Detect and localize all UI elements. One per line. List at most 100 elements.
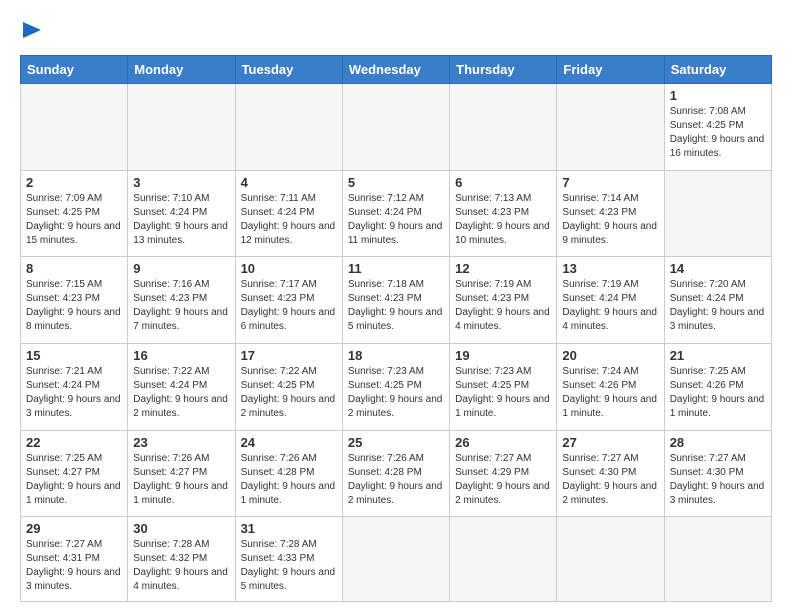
- calendar-cell: 5 Sunrise: 7:12 AM Sunset: 4:24 PM Dayli…: [342, 170, 449, 257]
- day-info: Sunrise: 7:11 AM Sunset: 4:24 PM Dayligh…: [241, 192, 337, 248]
- sunrise: Sunrise: 7:27 AM: [562, 453, 638, 464]
- sunrise: Sunrise: 7:13 AM: [455, 193, 531, 204]
- day-info: Sunrise: 7:26 AM Sunset: 4:27 PM Dayligh…: [133, 452, 229, 508]
- day-number: 22: [26, 435, 122, 450]
- day-info: Sunrise: 7:16 AM Sunset: 4:23 PM Dayligh…: [133, 278, 229, 334]
- calendar-cell: [342, 84, 449, 171]
- calendar-cell: [557, 517, 664, 602]
- logo-arrow-icon: [23, 20, 41, 40]
- day-number: 18: [348, 348, 444, 363]
- calendar-cell: [450, 517, 557, 602]
- calendar-cell: [557, 84, 664, 171]
- sunset: Sunset: 4:32 PM: [133, 553, 207, 564]
- daylight: Daylight: 9 hours and 15 minutes.: [26, 221, 121, 246]
- calendar-cell: 12 Sunrise: 7:19 AM Sunset: 4:23 PM Dayl…: [450, 257, 557, 344]
- page: SundayMondayTuesdayWednesdayThursdayFrid…: [0, 0, 792, 612]
- sunset: Sunset: 4:23 PM: [133, 293, 207, 304]
- daylight: Daylight: 9 hours and 2 minutes.: [133, 394, 228, 419]
- day-number: 24: [241, 435, 337, 450]
- daylight: Daylight: 9 hours and 7 minutes.: [133, 307, 228, 332]
- calendar-cell: [450, 84, 557, 171]
- daylight: Daylight: 9 hours and 1 minute.: [562, 394, 657, 419]
- sunset: Sunset: 4:26 PM: [670, 380, 744, 391]
- sunrise: Sunrise: 7:15 AM: [26, 279, 102, 290]
- sunrise: Sunrise: 7:24 AM: [562, 366, 638, 377]
- day-number: 6: [455, 175, 551, 190]
- day-number: 14: [670, 261, 766, 276]
- sunrise: Sunrise: 7:17 AM: [241, 279, 317, 290]
- daylight: Daylight: 9 hours and 1 minute.: [26, 481, 121, 506]
- day-number: 31: [241, 521, 337, 536]
- day-number: 28: [670, 435, 766, 450]
- day-info: Sunrise: 7:20 AM Sunset: 4:24 PM Dayligh…: [670, 278, 766, 334]
- sunrise: Sunrise: 7:20 AM: [670, 279, 746, 290]
- weekday-header-tuesday: Tuesday: [235, 56, 342, 84]
- daylight: Daylight: 9 hours and 9 minutes.: [562, 221, 657, 246]
- calendar-cell: 1 Sunrise: 7:08 AM Sunset: 4:25 PM Dayli…: [664, 84, 771, 171]
- day-info: Sunrise: 7:26 AM Sunset: 4:28 PM Dayligh…: [348, 452, 444, 508]
- calendar-cell: 11 Sunrise: 7:18 AM Sunset: 4:23 PM Dayl…: [342, 257, 449, 344]
- day-info: Sunrise: 7:27 AM Sunset: 4:30 PM Dayligh…: [670, 452, 766, 508]
- sunrise: Sunrise: 7:28 AM: [241, 539, 317, 550]
- day-info: Sunrise: 7:23 AM Sunset: 4:25 PM Dayligh…: [348, 365, 444, 421]
- sunset: Sunset: 4:23 PM: [26, 293, 100, 304]
- day-number: 12: [455, 261, 551, 276]
- sunrise: Sunrise: 7:26 AM: [348, 453, 424, 464]
- sunset: Sunset: 4:27 PM: [133, 467, 207, 478]
- day-info: Sunrise: 7:13 AM Sunset: 4:23 PM Dayligh…: [455, 192, 551, 248]
- sunset: Sunset: 4:23 PM: [562, 207, 636, 218]
- sunrise: Sunrise: 7:26 AM: [241, 453, 317, 464]
- daylight: Daylight: 9 hours and 1 minute.: [670, 394, 765, 419]
- daylight: Daylight: 9 hours and 1 minute.: [133, 481, 228, 506]
- sunset: Sunset: 4:27 PM: [26, 467, 100, 478]
- sunrise: Sunrise: 7:10 AM: [133, 193, 209, 204]
- day-info: Sunrise: 7:21 AM Sunset: 4:24 PM Dayligh…: [26, 365, 122, 421]
- sunset: Sunset: 4:28 PM: [241, 467, 315, 478]
- sunset: Sunset: 4:25 PM: [26, 207, 100, 218]
- calendar-cell: 7 Sunrise: 7:14 AM Sunset: 4:23 PM Dayli…: [557, 170, 664, 257]
- sunrise: Sunrise: 7:12 AM: [348, 193, 424, 204]
- day-info: Sunrise: 7:09 AM Sunset: 4:25 PM Dayligh…: [26, 192, 122, 248]
- calendar-table: SundayMondayTuesdayWednesdayThursdayFrid…: [20, 55, 772, 602]
- day-number: 15: [26, 348, 122, 363]
- daylight: Daylight: 9 hours and 4 minutes.: [562, 307, 657, 332]
- calendar-cell: 28 Sunrise: 7:27 AM Sunset: 4:30 PM Dayl…: [664, 430, 771, 517]
- calendar-cell: [21, 84, 128, 171]
- calendar-cell: 18 Sunrise: 7:23 AM Sunset: 4:25 PM Dayl…: [342, 344, 449, 431]
- sunrise: Sunrise: 7:25 AM: [670, 366, 746, 377]
- daylight: Daylight: 9 hours and 5 minutes.: [241, 567, 336, 592]
- sunset: Sunset: 4:29 PM: [455, 467, 529, 478]
- calendar-cell: 17 Sunrise: 7:22 AM Sunset: 4:25 PM Dayl…: [235, 344, 342, 431]
- weekday-header-thursday: Thursday: [450, 56, 557, 84]
- sunrise: Sunrise: 7:22 AM: [133, 366, 209, 377]
- daylight: Daylight: 9 hours and 3 minutes.: [26, 394, 121, 419]
- daylight: Daylight: 9 hours and 11 minutes.: [348, 221, 443, 246]
- sunset: Sunset: 4:24 PM: [133, 207, 207, 218]
- calendar-cell: 6 Sunrise: 7:13 AM Sunset: 4:23 PM Dayli…: [450, 170, 557, 257]
- sunrise: Sunrise: 7:28 AM: [133, 539, 209, 550]
- calendar-cell: [664, 170, 771, 257]
- day-number: 26: [455, 435, 551, 450]
- sunset: Sunset: 4:31 PM: [26, 553, 100, 564]
- sunset: Sunset: 4:28 PM: [348, 467, 422, 478]
- day-number: 27: [562, 435, 658, 450]
- sunrise: Sunrise: 7:27 AM: [455, 453, 531, 464]
- weekday-header-saturday: Saturday: [664, 56, 771, 84]
- day-info: Sunrise: 7:23 AM Sunset: 4:25 PM Dayligh…: [455, 365, 551, 421]
- day-number: 29: [26, 521, 122, 536]
- sunset: Sunset: 4:26 PM: [562, 380, 636, 391]
- day-info: Sunrise: 7:22 AM Sunset: 4:25 PM Dayligh…: [241, 365, 337, 421]
- sunrise: Sunrise: 7:27 AM: [670, 453, 746, 464]
- calendar-cell: 16 Sunrise: 7:22 AM Sunset: 4:24 PM Dayl…: [128, 344, 235, 431]
- calendar-cell: 31 Sunrise: 7:28 AM Sunset: 4:33 PM Dayl…: [235, 517, 342, 602]
- daylight: Daylight: 9 hours and 2 minutes.: [241, 394, 336, 419]
- calendar-cell: 4 Sunrise: 7:11 AM Sunset: 4:24 PM Dayli…: [235, 170, 342, 257]
- calendar-cell: 30 Sunrise: 7:28 AM Sunset: 4:32 PM Dayl…: [128, 517, 235, 602]
- sunset: Sunset: 4:30 PM: [670, 467, 744, 478]
- sunrise: Sunrise: 7:26 AM: [133, 453, 209, 464]
- daylight: Daylight: 9 hours and 3 minutes.: [670, 481, 765, 506]
- sunrise: Sunrise: 7:19 AM: [562, 279, 638, 290]
- sunset: Sunset: 4:23 PM: [348, 293, 422, 304]
- day-info: Sunrise: 7:22 AM Sunset: 4:24 PM Dayligh…: [133, 365, 229, 421]
- weekday-header-friday: Friday: [557, 56, 664, 84]
